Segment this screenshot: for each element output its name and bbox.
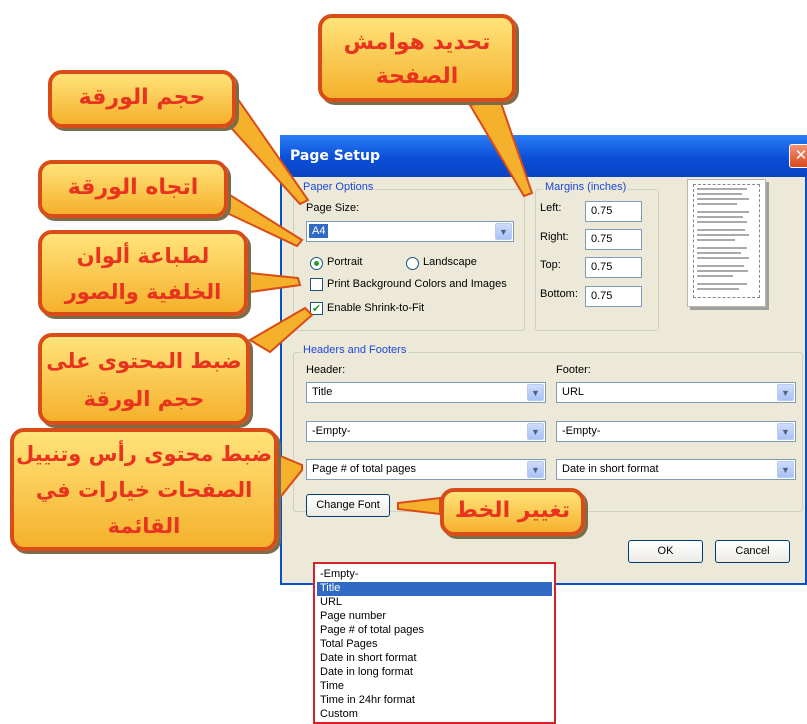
- arrow-margins: [468, 98, 534, 198]
- arrow-header-footer: [277, 453, 303, 503]
- arrow-print-colors: [238, 270, 302, 294]
- callout-margins: تحديد هوامش الصفحة: [318, 14, 516, 102]
- arrow-font: [397, 496, 441, 516]
- arrow-shrink: [248, 306, 314, 354]
- callout-font: تغيير الخط: [440, 488, 585, 536]
- callout-paper-size: حجم الورقة: [48, 70, 236, 128]
- callout-header-footer: ضبط محتوى رأس وتنييل الصفحات خيارات في ا…: [10, 428, 278, 551]
- callout-print-colors: لطباعة ألوان الخلفية والصور: [38, 230, 248, 316]
- callout-orientation: اتجاه الورقة: [38, 160, 228, 218]
- callout-shrink: ضبط المحتوى على حجم الورقة: [38, 333, 250, 425]
